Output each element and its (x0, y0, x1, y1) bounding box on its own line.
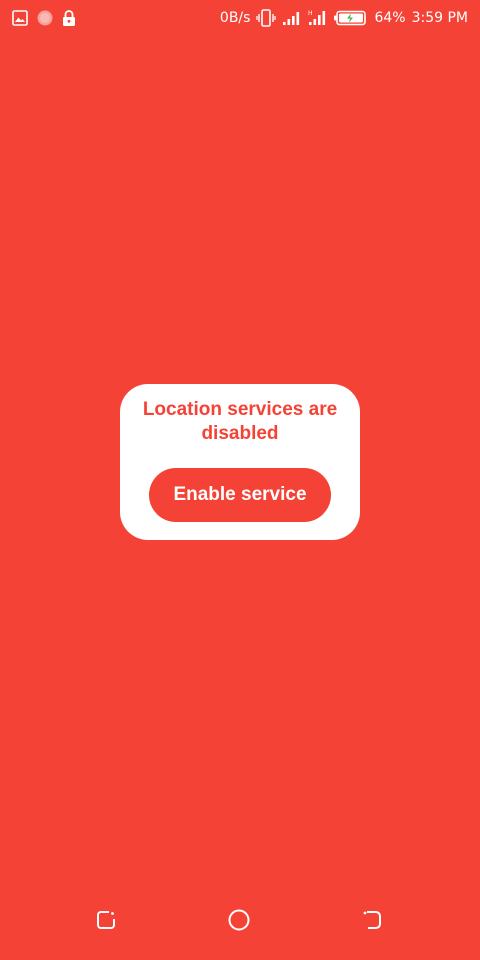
lock-icon (62, 10, 76, 26)
back-icon[interactable] (352, 900, 392, 940)
svg-text:H: H (308, 10, 313, 17)
status-left-icons (12, 10, 76, 26)
net-speed: 0B/s (219, 10, 251, 26)
status-right-icons: 0B/s H 64% 3:59 PM (220, 9, 468, 27)
image-icon (12, 10, 28, 26)
battery-charging-icon (334, 10, 368, 26)
status-bar: 0B/s H 64% 3:59 PM (0, 0, 480, 36)
location-services-dialog: Location services are disabled Enable se… (120, 384, 360, 540)
home-icon[interactable] (219, 900, 259, 940)
signal-icon (282, 10, 302, 26)
hd-signal-icon: H (308, 9, 328, 27)
battery-percent: 64% (374, 10, 406, 26)
vibrate-icon (256, 9, 277, 27)
circle-status-icon (37, 10, 53, 26)
dialog-title: Location services are disabled (142, 399, 338, 444)
clock: 3:59 PM (411, 10, 468, 26)
recent-apps-icon[interactable] (86, 900, 126, 940)
navigation-bar (0, 888, 480, 960)
enable-service-button[interactable]: Enable service (149, 468, 331, 522)
